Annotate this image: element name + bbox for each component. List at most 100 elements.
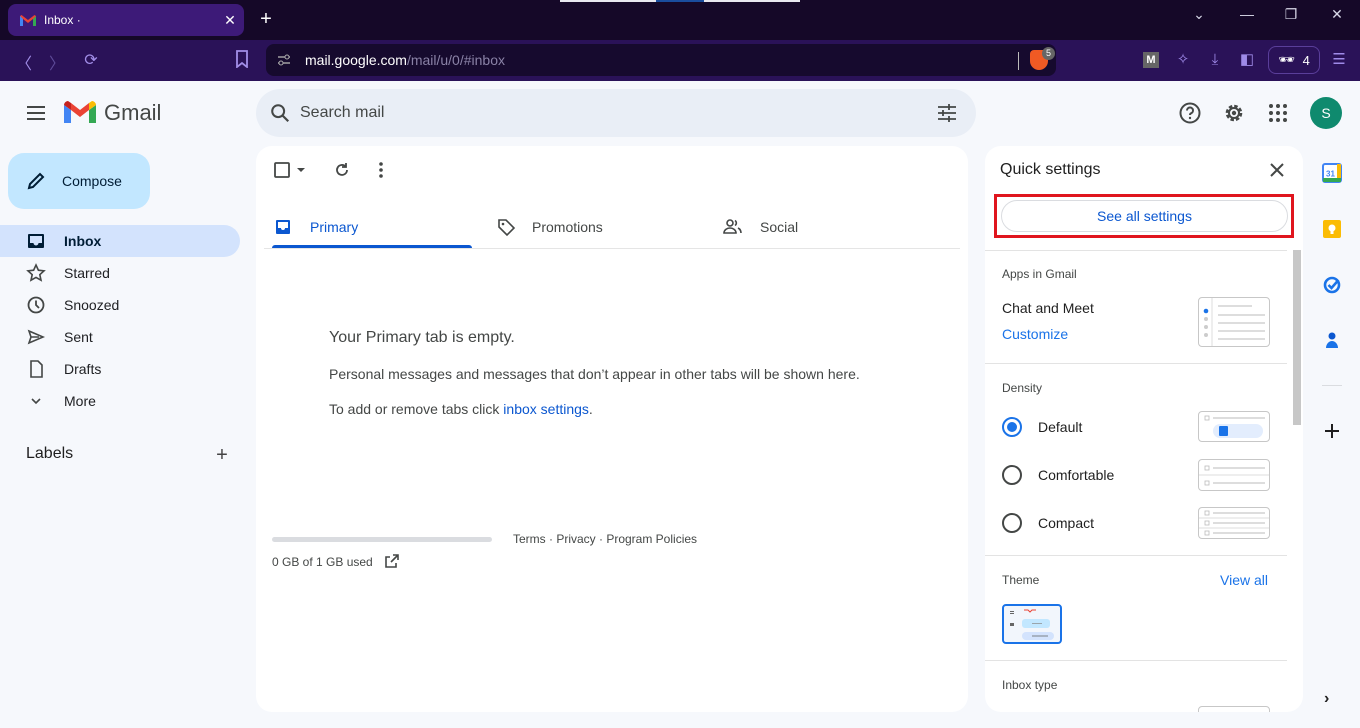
quick-settings-panel: Quick settings See all settings Apps in … (985, 146, 1303, 712)
sidebar-item-drafts[interactable]: Drafts (0, 353, 240, 385)
close-window-button[interactable]: ✕ (1322, 6, 1352, 23)
customize-link[interactable]: Customize (1002, 326, 1068, 342)
theme-section-heading: Theme (1002, 573, 1040, 587)
tab-label: Primary (310, 219, 359, 235)
close-icon[interactable] (1267, 160, 1287, 180)
sidebar-item-inbox[interactable]: Inbox (0, 225, 240, 257)
external-link-icon[interactable] (384, 553, 400, 569)
google-calendar-icon[interactable]: 31 (1322, 163, 1342, 183)
select-dropdown-icon[interactable] (296, 166, 306, 174)
quick-settings-scrollbar[interactable] (1293, 250, 1301, 425)
clock-icon (27, 296, 45, 314)
bookmark-icon[interactable] (232, 50, 252, 73)
google-apps-icon[interactable] (1268, 103, 1288, 123)
theme-default-thumbnail[interactable] (1002, 604, 1062, 644)
browser-menu-icon[interactable]: ☰ (1330, 51, 1348, 69)
sidebar-item-label: Drafts (64, 361, 102, 377)
density-default-radio[interactable] (1002, 417, 1022, 437)
help-icon[interactable] (1178, 101, 1202, 125)
tab-title: Inbox · (44, 13, 81, 27)
view-all-themes-link[interactable]: View all (1220, 572, 1268, 588)
people-icon (723, 219, 742, 234)
sidebar-item-snoozed[interactable]: Snoozed (0, 289, 240, 321)
more-options-icon[interactable] (376, 160, 386, 180)
see-all-settings-button[interactable]: See all settings (1001, 200, 1288, 232)
tabs-divider (264, 248, 960, 249)
private-windows-button[interactable]: 🕶 4 (1268, 46, 1320, 74)
settings-gear-icon[interactable] (1222, 101, 1246, 125)
main-menu-icon[interactable] (24, 101, 48, 125)
density-compact-preview (1198, 507, 1270, 539)
svg-text:31: 31 (1326, 170, 1335, 179)
google-tasks-icon[interactable] (1322, 275, 1342, 295)
select-all-checkbox[interactable] (273, 161, 291, 179)
density-comfortable-radio[interactable] (1002, 465, 1022, 485)
sidebar-item-more[interactable]: More (0, 385, 240, 417)
density-compact-radio[interactable] (1002, 513, 1022, 533)
account-avatar[interactable]: S (1310, 97, 1342, 129)
gmail-wordmark: Gmail (104, 100, 162, 125)
inbox-type-preview (1198, 706, 1270, 712)
browser-tab-inbox[interactable]: Inbox · ✕ (8, 4, 244, 36)
inbox-settings-link[interactable]: inbox settings (503, 401, 589, 417)
browser-titlebar: Inbox · ✕ + ⌄ — ❐ ✕ (0, 0, 1360, 40)
m-extension-icon[interactable]: M (1143, 52, 1159, 68)
google-keep-icon[interactable] (1322, 219, 1342, 239)
sidebar-item-starred[interactable]: Starred (0, 257, 240, 289)
search-icon[interactable] (269, 102, 291, 124)
message-list-panel: Primary Promotions Social Your Primary t… (256, 146, 968, 712)
draft-icon (30, 360, 43, 378)
tab-label: Promotions (532, 219, 603, 235)
chat-meet-preview (1198, 297, 1270, 347)
sidebar-item-label: Inbox (64, 233, 102, 249)
tab-primary[interactable]: Primary (272, 206, 472, 248)
back-button[interactable]: 〈 (14, 50, 34, 74)
pencil-icon (27, 172, 45, 190)
minimize-button[interactable]: — (1232, 6, 1262, 22)
footer-links[interactable]: Terms · Privacy · Program Policies (513, 532, 697, 546)
gmail-favicon-icon (20, 15, 36, 26)
google-contacts-icon[interactable] (1322, 331, 1342, 351)
sidebar-item-label: Starred (64, 265, 110, 281)
compose-button[interactable]: Compose (8, 153, 150, 209)
tab-search-chevron-icon[interactable]: ⌄ (1184, 6, 1214, 23)
search-bar[interactable]: Search mail (256, 89, 976, 137)
glasses-icon: 🕶 (1278, 52, 1295, 67)
restore-button[interactable]: ❐ (1276, 6, 1306, 23)
shields-count-badge: 5 (1042, 47, 1055, 60)
reload-button[interactable]: ⟳ (81, 50, 101, 70)
address-bar[interactable]: mail.google.com/mail/u/0/#inbox 5 (266, 44, 1056, 76)
gmail-m-icon (64, 101, 96, 123)
density-default-preview (1198, 411, 1270, 442)
tab-close-icon[interactable]: ✕ (216, 12, 244, 29)
url-separator (1018, 52, 1019, 70)
empty-state-description: Personal messages and messages that don’… (329, 366, 860, 382)
inbox-icon (28, 234, 44, 248)
refresh-icon[interactable] (332, 160, 352, 180)
sidebar-toggle-icon[interactable]: ◧ (1238, 51, 1256, 69)
empty-state-title: Your Primary tab is empty. (329, 329, 515, 346)
chevron-down-icon (31, 398, 41, 405)
new-tab-button[interactable]: + (254, 8, 278, 31)
section-divider (985, 660, 1287, 661)
section-divider (985, 555, 1287, 556)
search-options-icon[interactable] (937, 103, 957, 123)
labels-heading: Labels (26, 445, 74, 462)
create-label-button[interactable]: + (212, 444, 232, 467)
density-comfortable-preview (1198, 459, 1270, 491)
search-input[interactable]: Search mail (300, 104, 384, 122)
get-addons-plus-icon[interactable] (1322, 421, 1342, 441)
forward-button[interactable]: 〉 (47, 50, 67, 74)
sidebar-item-sent[interactable]: Sent (0, 321, 240, 353)
downloads-icon[interactable]: ⤓ (1206, 51, 1224, 69)
star-icon (26, 263, 46, 282)
extensions-puzzle-icon[interactable]: ✧ (1174, 51, 1192, 69)
tag-icon (498, 219, 516, 237)
show-side-panel-chevron-icon[interactable]: › (1324, 690, 1329, 708)
storage-usage-bar (272, 537, 492, 542)
tab-social[interactable]: Social (722, 206, 922, 248)
gmail-logo[interactable]: Gmail (64, 100, 161, 126)
chat-meet-label: Chat and Meet (1002, 300, 1094, 316)
site-info-icon[interactable] (277, 53, 291, 67)
tab-promotions[interactable]: Promotions (496, 206, 696, 248)
